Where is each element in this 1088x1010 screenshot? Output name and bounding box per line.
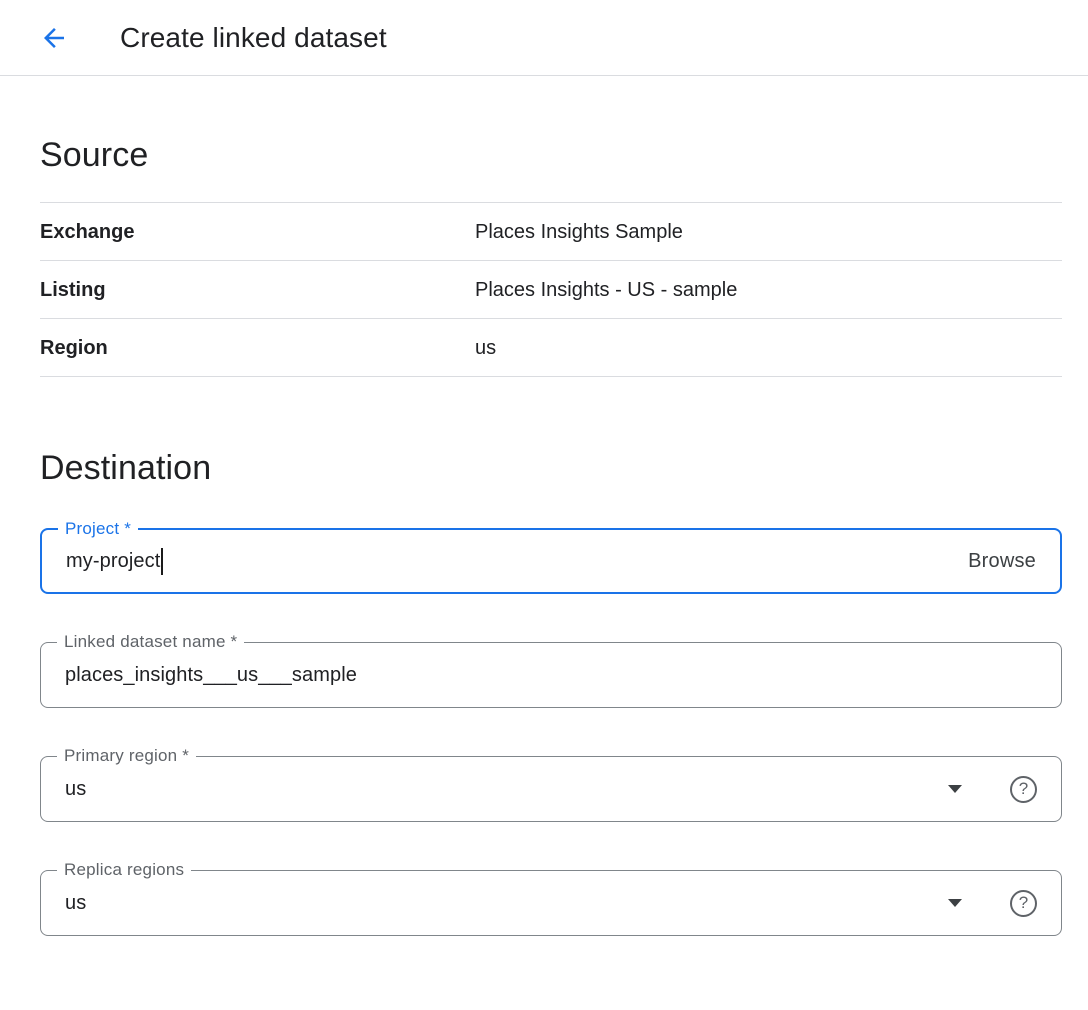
destination-heading: Destination: [40, 449, 1062, 488]
linked-dataset-name-label: Linked dataset name *: [57, 632, 244, 652]
row-value: us: [475, 335, 496, 361]
row-label: Region: [40, 335, 475, 361]
row-label: Exchange: [40, 219, 475, 245]
main-content: Source Exchange Places Insights Sample L…: [0, 136, 1088, 1010]
browse-button[interactable]: Browse: [968, 550, 1036, 573]
chevron-down-icon: [948, 785, 962, 793]
source-table: Exchange Places Insights Sample Listing …: [40, 202, 1062, 377]
help-icon[interactable]: ?: [1010, 776, 1037, 803]
replica-regions-label: Replica regions: [57, 860, 191, 880]
primary-region-label: Primary region *: [57, 746, 196, 766]
primary-region-value: us: [65, 778, 86, 801]
linked-dataset-name-field[interactable]: Linked dataset name * places_insights___…: [40, 642, 1062, 708]
page-title: Create linked dataset: [120, 22, 387, 54]
back-button[interactable]: [32, 16, 76, 60]
project-input-value[interactable]: my-project: [66, 550, 160, 573]
table-row-region: Region us: [40, 319, 1062, 377]
primary-region-select[interactable]: Primary region * us ?: [40, 756, 1062, 822]
arrow-back-icon: [39, 23, 69, 53]
table-row-exchange: Exchange Places Insights Sample: [40, 203, 1062, 261]
row-value: Places Insights Sample: [475, 219, 683, 245]
row-label: Listing: [40, 277, 475, 303]
text-cursor: [161, 548, 163, 575]
project-field[interactable]: Project * my-project Browse: [40, 528, 1062, 594]
replica-regions-value: us: [65, 892, 86, 915]
linked-dataset-name-value[interactable]: places_insights___us___sample: [65, 664, 357, 687]
table-row-listing: Listing Places Insights - US - sample: [40, 261, 1062, 319]
header: Create linked dataset: [0, 0, 1088, 76]
row-value: Places Insights - US - sample: [475, 277, 737, 303]
source-heading: Source: [40, 136, 1062, 175]
chevron-down-icon: [948, 899, 962, 907]
help-icon[interactable]: ?: [1010, 890, 1037, 917]
replica-regions-select[interactable]: Replica regions us ?: [40, 870, 1062, 936]
project-field-label: Project *: [58, 519, 138, 539]
